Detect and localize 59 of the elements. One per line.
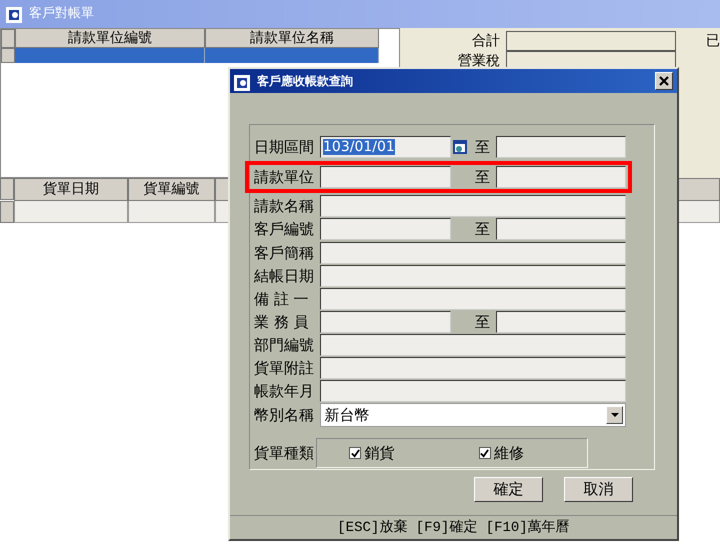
field-label: 已 [706, 32, 720, 51]
range-label: 至 [475, 312, 490, 330]
checkbox-icon[interactable] [349, 447, 361, 459]
row-header [0, 178, 14, 200]
input-field[interactable] [320, 357, 626, 379]
field-label: 貨單附註 [254, 358, 315, 379]
status-bar: [ESC]放棄 [F9]確定 [F10]萬年曆 [230, 515, 677, 539]
field-label: 業 務 員 [254, 312, 310, 333]
field-label: 客戶編號 [254, 219, 315, 240]
input-field[interactable] [320, 218, 451, 240]
field-label: 貨單種類 [254, 443, 314, 464]
column-header: 貨單日期 [14, 178, 128, 201]
field-label: 日期區間 [254, 137, 315, 158]
dialog-button[interactable]: 確定 [474, 477, 543, 502]
input-field[interactable] [320, 264, 626, 286]
field-label: 部門編號 [254, 335, 315, 356]
row-header [0, 201, 14, 223]
app-icon [234, 73, 250, 89]
field-label: 客戶簡稱 [254, 242, 315, 264]
field-label: 備 註 一 [254, 288, 310, 310]
input-field[interactable] [320, 288, 626, 310]
input-field[interactable] [320, 195, 626, 217]
field-label: 幣別名稱 [254, 405, 315, 426]
input-field[interactable] [506, 31, 676, 51]
input-field[interactable] [320, 310, 451, 333]
app-icon [6, 6, 22, 22]
column-header: 貨單編號 [128, 178, 215, 201]
input-field[interactable] [320, 380, 626, 402]
input-field[interactable] [320, 334, 626, 356]
input-field[interactable] [320, 242, 626, 264]
column-header: 請款單位編號 [15, 29, 205, 48]
dropdown-arrow-icon [610, 412, 618, 418]
dialog-title: 客戶應收帳款查詢 [257, 73, 354, 90]
input-field[interactable] [496, 310, 626, 333]
checkbox-icon[interactable] [478, 447, 490, 459]
input-field[interactable] [496, 136, 626, 158]
field-label: 合計 [471, 32, 500, 51]
dialog-button[interactable]: 取消 [564, 477, 633, 502]
checkbox[interactable]: 銷貨 [349, 442, 394, 464]
field-label: 營業稅 [457, 52, 500, 71]
range-label: 至 [475, 138, 490, 156]
close-icon [659, 76, 669, 86]
column-header: 請款單位名稱 [205, 29, 379, 48]
window-title: 客戶對帳單 [29, 5, 94, 24]
row-header [1, 29, 15, 48]
input-field[interactable] [320, 166, 451, 188]
range-label: 至 [475, 168, 490, 186]
dropdown[interactable]: 新台幣 [320, 403, 626, 427]
field-label: 請款名稱 [254, 196, 315, 217]
row-header [1, 48, 15, 63]
close-button[interactable] [655, 72, 673, 90]
input-field[interactable] [496, 218, 626, 240]
field-label: 請款單位 [254, 166, 315, 188]
range-label: 至 [475, 220, 490, 238]
input-field[interactable]: 103/01/01 [320, 136, 451, 158]
field-label: 帳款年月 [254, 381, 315, 402]
field-label: 結帳日期 [254, 266, 315, 286]
input-field[interactable] [496, 166, 626, 188]
checkbox[interactable]: 維修 [478, 442, 524, 464]
